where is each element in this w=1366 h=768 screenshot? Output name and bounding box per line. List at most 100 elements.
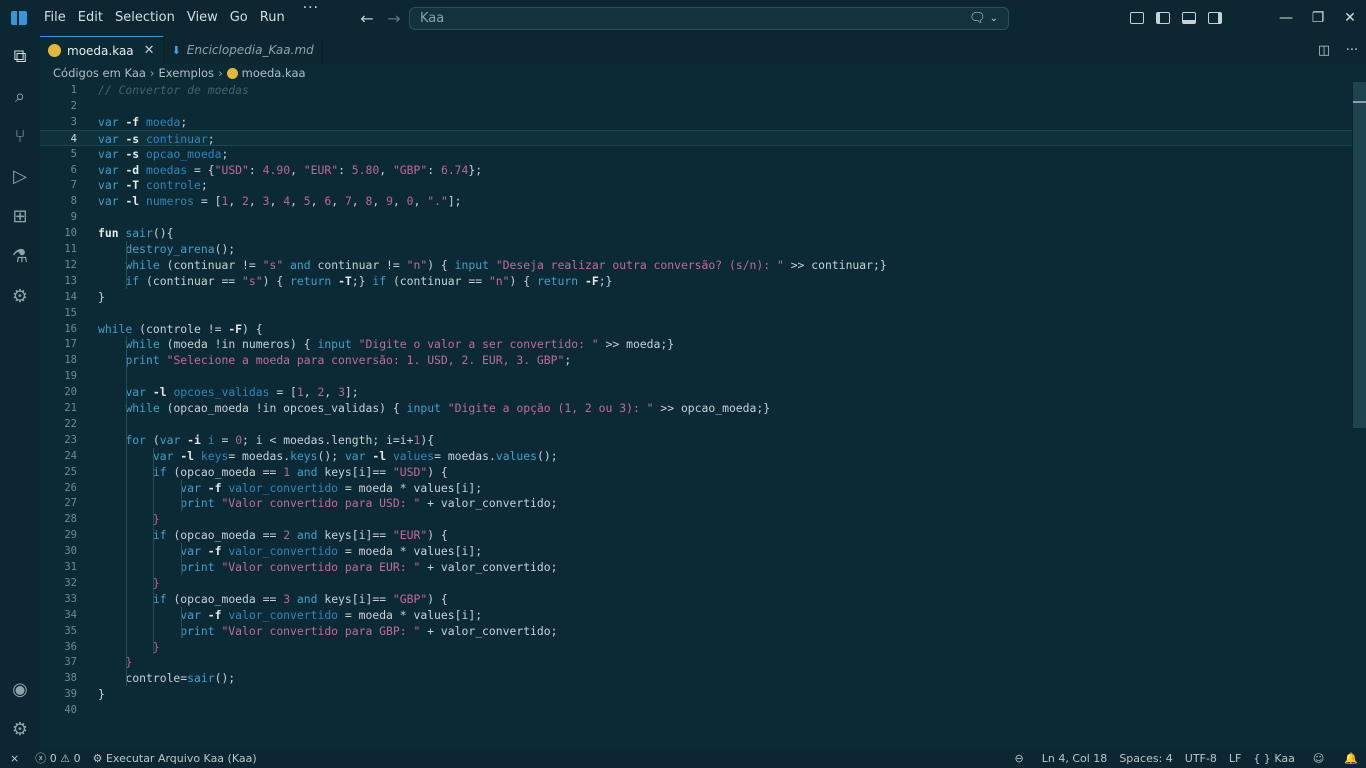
code-line[interactable]: 12 while (continuar != "s" and continuar…: [40, 257, 1352, 273]
code-line[interactable]: 34 var -f valor_convertido = moeda * val…: [40, 607, 1352, 623]
code-line[interactable]: 23 for (var -i i = 0; i < moedas.length;…: [40, 432, 1352, 448]
code-line[interactable]: 39}: [40, 686, 1352, 702]
code-line[interactable]: 15: [40, 305, 1352, 321]
language-mode[interactable]: { } Kaa: [1247, 749, 1301, 768]
customize-layout-icon[interactable]: [1124, 0, 1150, 36]
source-control-icon[interactable]: ⑂: [0, 116, 40, 156]
toggle-primary-sidebar-icon[interactable]: [1150, 0, 1176, 36]
code-token: var: [180, 607, 208, 622]
code-line[interactable]: 36 }: [40, 639, 1352, 655]
tab-enciclopedia-kaa-md[interactable]: ⬇ Enciclopedia_Kaa.md: [164, 36, 323, 64]
code-line[interactable]: 26 var -f valor_convertido = moeda * val…: [40, 480, 1352, 496]
scrollbar-thumb[interactable]: [1353, 82, 1366, 428]
indentation[interactable]: Spaces: 4: [1113, 749, 1178, 768]
flask-icon[interactable]: ⚗: [0, 236, 40, 276]
code-line[interactable]: 6 var -d moedas = {"USD": 4.90, "EUR": 5.…: [40, 162, 1352, 178]
editor-scrollbar[interactable]: [1353, 82, 1366, 749]
code-line[interactable]: 19: [40, 368, 1352, 384]
split-editor-icon[interactable]: ◫: [1310, 43, 1338, 58]
line-number: 35: [64, 624, 77, 637]
remote-explorer-icon[interactable]: ⚙: [0, 276, 40, 316]
cursor-position[interactable]: Ln 4, Col 18: [1036, 749, 1114, 768]
toggle-secondary-sidebar-icon[interactable]: [1202, 0, 1228, 36]
code-editor[interactable]: 1// Convertor de moedas 2 3 var -f moeda; 4 v…: [40, 82, 1366, 749]
code-line[interactable]: 24 var -l keys= moedas.keys(); var -l va…: [40, 448, 1352, 464]
breadcrumb-folder-exemplos[interactable]: Exemplos: [159, 66, 215, 80]
menu-edit[interactable]: Edit: [72, 0, 109, 36]
zoom-icon[interactable]: ⊖: [1003, 749, 1036, 768]
code-line[interactable]: 17 while (moeda !in numeros) { input "Di…: [40, 336, 1352, 352]
minimize-icon[interactable]: —: [1270, 10, 1302, 26]
command-center-search[interactable]: Kaa 🗨 ⌄: [409, 7, 1009, 30]
code-line[interactable]: 30 var -f valor_convertido = moeda * val…: [40, 543, 1352, 559]
code-line[interactable]: 27 print "Valor convertido para USD: " +…: [40, 495, 1352, 511]
code-line[interactable]: 5 var -s opcao_moeda;: [40, 146, 1352, 162]
code-line[interactable]: 1 // Convertor de moedas: [40, 82, 1352, 98]
breadcrumb-folder-root[interactable]: Códigos em Kaa: [53, 66, 146, 80]
code-line[interactable]: 4 var -s continuar;: [40, 129, 1352, 146]
line-code: print "Selecione a moeda para conversão:…: [98, 352, 571, 368]
back-arrow-icon[interactable]: ←: [354, 9, 380, 28]
menu-overflow-button[interactable]: ···: [291, 0, 331, 36]
code-token: + valor_convertido;: [420, 496, 558, 511]
problems-indicator[interactable]: ⓧ 0 ⚠ 0: [29, 749, 86, 768]
restore-icon[interactable]: ❐: [1302, 10, 1334, 26]
code-line[interactable]: 11 destroy_arena();: [40, 241, 1352, 257]
code-line[interactable]: 8 var -l numeros = [1, 2, 3, 4, 5, 6, 7, …: [40, 193, 1352, 209]
code-line[interactable]: 3 var -f moeda;: [40, 114, 1352, 130]
account-icon[interactable]: ◉: [0, 669, 40, 709]
notifications-icon[interactable]: 🔔: [1336, 749, 1366, 768]
breadcrumb-file[interactable]: moeda.kaa: [242, 66, 306, 80]
end-of-line[interactable]: LF: [1223, 749, 1247, 768]
code-line[interactable]: 18 print "Selecione a moeda para convers…: [40, 352, 1352, 368]
line-number: 21: [64, 402, 77, 414]
chat-icon[interactable]: 🗨: [969, 11, 990, 26]
tab-moeda-kaa[interactable]: moeda.kaa ✕: [40, 36, 164, 64]
code-line[interactable]: 25 if (opcao_moeda == 1 and keys[i]== "U…: [40, 464, 1352, 480]
menu-selection[interactable]: Selection: [109, 0, 181, 36]
gear-icon[interactable]: ⚙: [0, 709, 40, 749]
code-line[interactable]: 32 }: [40, 575, 1352, 591]
line-number: 27: [64, 497, 77, 510]
code-line[interactable]: 2: [40, 98, 1352, 114]
code-token: valor_convertido: [228, 480, 339, 495]
copilot-icon[interactable]: ☺: [1301, 749, 1336, 768]
remote-indicator-icon[interactable]: ⨯: [0, 749, 29, 768]
menu-go[interactable]: Go: [224, 0, 254, 36]
code-line[interactable]: 16 while (controle != -F) {: [40, 321, 1352, 337]
code-line[interactable]: 22: [40, 416, 1352, 432]
toggle-panel-icon[interactable]: [1176, 0, 1202, 36]
code-line[interactable]: 13 if (continuar == "s") { return -T;} i…: [40, 273, 1352, 289]
code-token: if: [152, 528, 174, 543]
code-line[interactable]: 9: [40, 209, 1352, 225]
run-debug-icon[interactable]: ▷: [0, 156, 40, 196]
code-line[interactable]: 33 if (opcao_moeda == 3 and keys[i]== "G…: [40, 591, 1352, 607]
menu-view[interactable]: View: [181, 0, 224, 36]
more-actions-icon[interactable]: ···: [1338, 43, 1366, 58]
chevron-down-icon[interactable]: ⌄: [990, 13, 1008, 24]
code-line[interactable]: 31 print "Valor convertido para EUR: " +…: [40, 559, 1352, 575]
menu-file[interactable]: File: [38, 0, 72, 36]
code-line[interactable]: 28 }: [40, 511, 1352, 527]
forward-arrow-icon[interactable]: →: [381, 9, 407, 28]
code-line[interactable]: 10 fun sair(){: [40, 225, 1352, 241]
code-line[interactable]: 40: [40, 702, 1352, 718]
extensions-icon[interactable]: ⊞: [0, 196, 40, 236]
code-line[interactable]: 7 var -T controle;: [40, 177, 1352, 193]
files-icon[interactable]: ⧉: [0, 36, 40, 76]
code-line[interactable]: 21 while (opcao_moeda !in opcoes_validas…: [40, 400, 1352, 416]
menu-run[interactable]: Run: [254, 0, 291, 36]
code-line[interactable]: 20 var -l opcoes_validas = [1, 2, 3];: [40, 384, 1352, 400]
code-line[interactable]: 38 controle=sair();: [40, 670, 1352, 686]
code-line[interactable]: 29 if (opcao_moeda == 2 and keys[i]== "E…: [40, 527, 1352, 543]
code-line[interactable]: 35 print "Valor convertido para GBP: " +…: [40, 623, 1352, 639]
run-task-button[interactable]: ⚙ Executar Arquivo Kaa (Kaa): [87, 749, 263, 768]
close-icon[interactable]: ✕: [1334, 10, 1366, 26]
code-token: >> continuar;}: [783, 257, 887, 272]
close-icon[interactable]: ✕: [144, 43, 155, 58]
code-token: return: [290, 273, 339, 288]
code-line[interactable]: 37 }: [40, 654, 1352, 670]
search-icon[interactable]: ⌕: [0, 76, 40, 116]
encoding[interactable]: UTF-8: [1179, 749, 1223, 768]
code-line[interactable]: 14}: [40, 289, 1352, 305]
